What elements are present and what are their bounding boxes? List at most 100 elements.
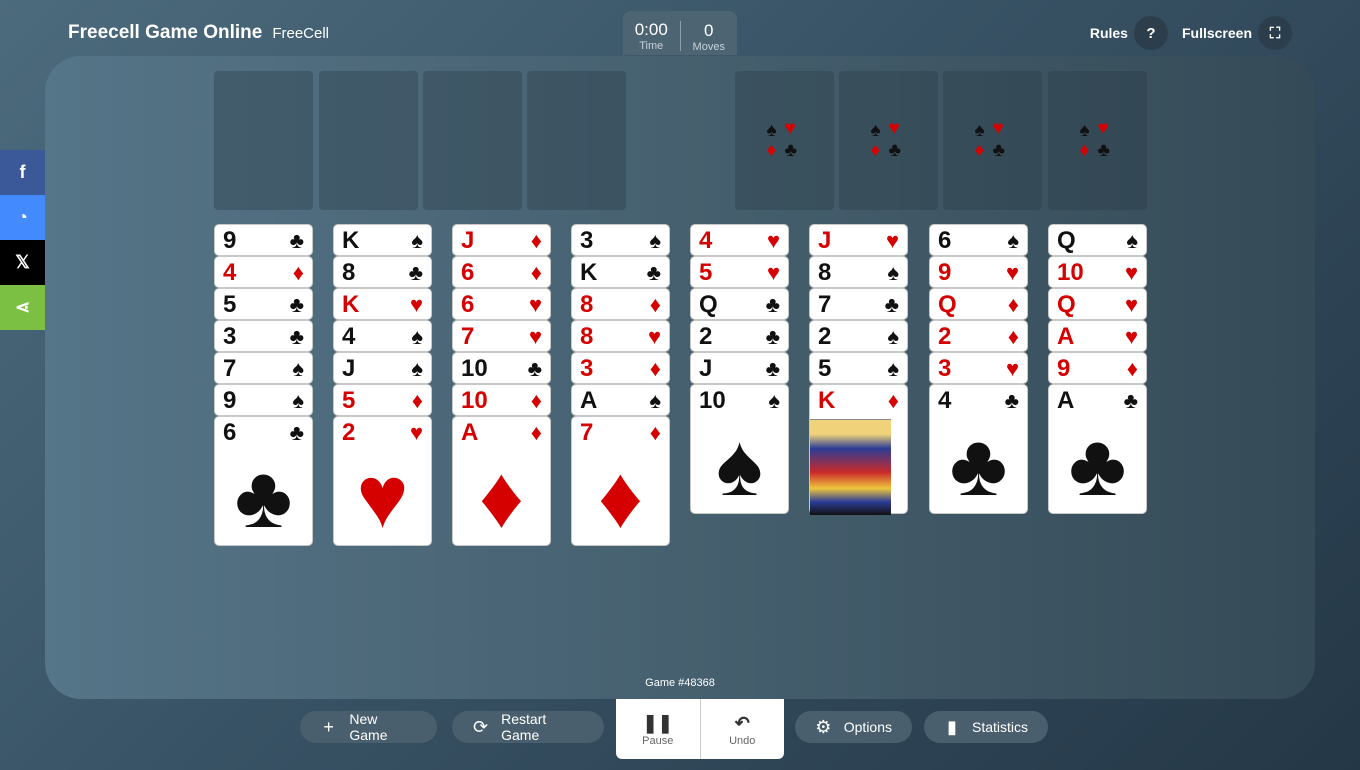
playing-card[interactable]: K ♣ bbox=[571, 256, 670, 288]
playing-card[interactable]: 8 ♠ bbox=[809, 256, 908, 288]
playing-card[interactable]: Q ♣ bbox=[690, 288, 789, 320]
playing-card[interactable]: 9 ♠ bbox=[214, 384, 313, 416]
playing-card[interactable]: 5 ♥ bbox=[690, 256, 789, 288]
playing-card[interactable]: 8 ♥ bbox=[571, 320, 670, 352]
bar-chart-icon: ▮ bbox=[947, 716, 957, 737]
playing-card[interactable]: A ♥ bbox=[1048, 320, 1147, 352]
playing-card[interactable]: 2 ♥ ♥ bbox=[333, 416, 432, 546]
playing-card[interactable]: J ♠ bbox=[333, 352, 432, 384]
card-suit-icon: ♣ bbox=[289, 420, 304, 445]
playing-card[interactable]: A ♠ bbox=[571, 384, 670, 416]
playing-card[interactable]: 8 ♣ bbox=[333, 256, 432, 288]
playing-card[interactable]: 4 ♥ bbox=[690, 224, 789, 256]
card-suit-icon: ♣ bbox=[527, 356, 542, 381]
playing-card[interactable]: A ♣ ♣ bbox=[1048, 384, 1147, 514]
playing-card[interactable]: 6 ♠ bbox=[929, 224, 1028, 256]
foundation-pile[interactable]: ♠ ♥ ♦ ♣ bbox=[735, 71, 834, 210]
free-cell[interactable] bbox=[214, 71, 313, 210]
card-suit-icon: ♦ bbox=[530, 260, 542, 285]
playing-card[interactable]: J ♦ bbox=[452, 224, 551, 256]
card-suit-icon: ♠ bbox=[292, 356, 304, 381]
foundation-pile[interactable]: ♠ ♥ ♦ ♣ bbox=[1048, 71, 1147, 210]
card-center-suit-icon: ♦ bbox=[598, 447, 643, 546]
playing-card[interactable]: 8 ♦ bbox=[571, 288, 670, 320]
playing-card[interactable]: 6 ♥ bbox=[452, 288, 551, 320]
card-suit-icon: ♥ bbox=[409, 420, 423, 445]
options-label: Options bbox=[843, 719, 892, 735]
playing-card[interactable]: K ♠ bbox=[333, 224, 432, 256]
card-rank: 10 bbox=[1057, 259, 1084, 286]
card-suit-icon: ♦ bbox=[411, 388, 423, 413]
playing-card[interactable]: 4 ♦ bbox=[214, 256, 313, 288]
playing-card[interactable]: 5 ♠ bbox=[809, 352, 908, 384]
statistics-button[interactable]: ▮ Statistics bbox=[924, 711, 1048, 743]
card-rank: Q bbox=[1057, 291, 1076, 318]
messenger-icon[interactable]: ◔ bbox=[0, 195, 45, 240]
playing-card[interactable]: 7 ♥ bbox=[452, 320, 551, 352]
playing-card[interactable]: Q ♦ bbox=[929, 288, 1028, 320]
options-button[interactable]: ⚙ Options bbox=[795, 711, 912, 743]
playing-card[interactable]: J ♣ bbox=[690, 352, 789, 384]
card-rank: 9 bbox=[938, 259, 952, 286]
playing-card[interactable]: 3 ♣ bbox=[214, 320, 313, 352]
playing-card[interactable]: 6 ♦ bbox=[452, 256, 551, 288]
playing-card[interactable]: Q ♠ bbox=[1048, 224, 1147, 256]
playing-card[interactable]: 5 ♣ bbox=[214, 288, 313, 320]
playing-card[interactable]: 3 ♥ bbox=[929, 352, 1028, 384]
free-cell[interactable] bbox=[319, 71, 418, 210]
playing-card[interactable]: 7 ♠ bbox=[214, 352, 313, 384]
suits-icon: ♠ ♥ ♦ ♣ bbox=[870, 117, 901, 161]
card-suit-icon: ♣ bbox=[408, 260, 423, 285]
card-suit-icon: ♦ bbox=[530, 388, 542, 413]
fullscreen-button[interactable]: Fullscreen ⛶ bbox=[1182, 16, 1292, 50]
card-rank: A bbox=[1057, 323, 1075, 350]
playing-card[interactable]: 2 ♦ bbox=[929, 320, 1028, 352]
playing-card[interactable]: 3 ♠ bbox=[571, 224, 670, 256]
card-suit-icon: ♥ bbox=[766, 228, 780, 253]
playing-card[interactable]: 3 ♦ bbox=[571, 352, 670, 384]
playing-card[interactable]: 2 ♣ bbox=[690, 320, 789, 352]
suits-icon: ♠ ♥ ♦ ♣ bbox=[1079, 117, 1110, 161]
playing-card[interactable]: 9 ♣ bbox=[214, 224, 313, 256]
card-suit-icon: ♣ bbox=[884, 292, 899, 317]
playing-card[interactable]: 10 ♦ bbox=[452, 384, 551, 416]
playing-card[interactable]: 7 ♣ bbox=[809, 288, 908, 320]
playing-card[interactable]: J ♥ bbox=[809, 224, 908, 256]
playing-card[interactable]: 4 ♠ bbox=[333, 320, 432, 352]
playing-card[interactable]: 9 ♦ bbox=[1048, 352, 1147, 384]
new-game-button[interactable]: + New Game bbox=[300, 711, 437, 743]
playing-card[interactable]: 10 ♣ bbox=[452, 352, 551, 384]
card-rank: A bbox=[461, 419, 479, 446]
pause-button[interactable]: ❚❚ Pause bbox=[616, 699, 700, 759]
free-cell[interactable] bbox=[423, 71, 522, 210]
playing-card[interactable]: K ♦ bbox=[809, 384, 908, 515]
share-icon[interactable]: ⋖ bbox=[0, 285, 45, 330]
playing-card[interactable]: A ♦ ♦ bbox=[452, 416, 551, 546]
card-suit-icon: ♥ bbox=[528, 292, 542, 317]
pause-undo-panel: ❚❚ Pause ↶ Undo bbox=[616, 699, 784, 759]
playing-card[interactable]: 6 ♣ ♣ bbox=[214, 416, 313, 546]
playing-card[interactable]: 10 ♠ ♠ bbox=[690, 384, 789, 514]
card-rank: 4 bbox=[342, 323, 356, 350]
facebook-icon[interactable]: f bbox=[0, 150, 45, 195]
card-rank: 10 bbox=[699, 387, 726, 414]
x-icon[interactable]: 𝕏 bbox=[0, 240, 45, 285]
restart-game-button[interactable]: ⟳ Restart Game bbox=[452, 711, 604, 743]
foundation-pile[interactable]: ♠ ♥ ♦ ♣ bbox=[839, 71, 938, 210]
gear-icon: ⚙ bbox=[815, 716, 832, 737]
rules-button[interactable]: Rules ? bbox=[1090, 16, 1168, 50]
foundation-pile[interactable]: ♠ ♥ ♦ ♣ bbox=[943, 71, 1042, 210]
card-suit-icon: ♠ bbox=[411, 356, 423, 381]
playing-card[interactable]: 2 ♠ bbox=[809, 320, 908, 352]
playing-card[interactable]: 9 ♥ bbox=[929, 256, 1028, 288]
playing-card[interactable]: 7 ♦ ♦ bbox=[571, 416, 670, 546]
card-suit-icon: ♠ bbox=[649, 228, 661, 253]
playing-card[interactable]: 4 ♣ ♣ bbox=[929, 384, 1028, 514]
undo-button[interactable]: ↶ Undo bbox=[699, 699, 785, 759]
playing-card[interactable]: 10 ♥ bbox=[1048, 256, 1147, 288]
playing-card[interactable]: Q ♥ bbox=[1048, 288, 1147, 320]
card-suit-icon: ♠ bbox=[768, 388, 780, 413]
free-cell[interactable] bbox=[527, 71, 626, 210]
playing-card[interactable]: K ♥ bbox=[333, 288, 432, 320]
playing-card[interactable]: 5 ♦ bbox=[333, 384, 432, 416]
